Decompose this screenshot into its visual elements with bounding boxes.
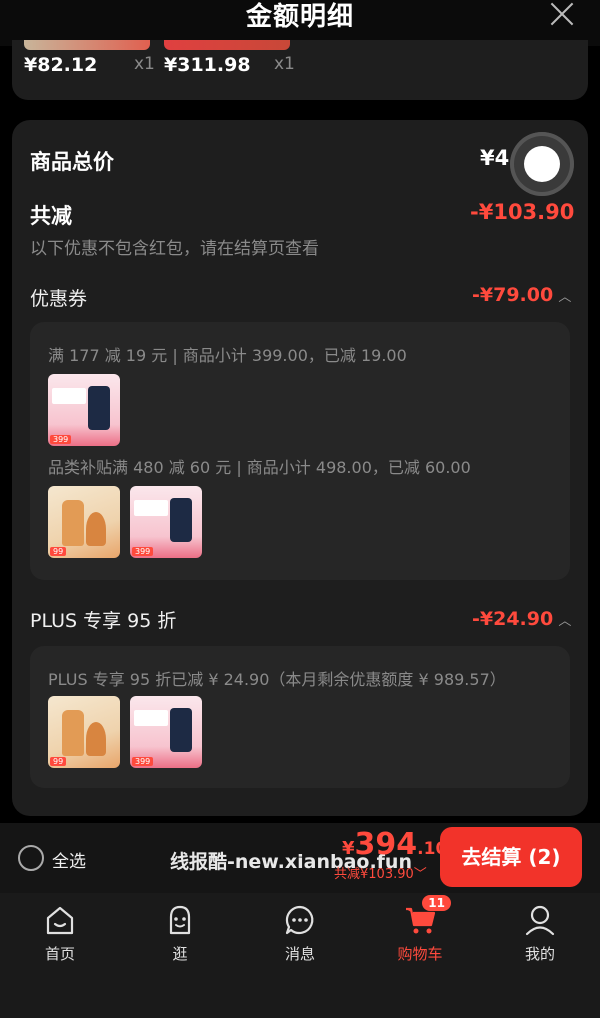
price-badge: 99 (50, 547, 67, 556)
coupon-amount: -¥79.00 (472, 284, 554, 306)
item-price: ¥82.12 (24, 54, 98, 76)
coupon-rule: 满 177 减 19 元 | 商品小计 399.00，已减 19.00 (48, 346, 407, 365)
page-title: 金额明细 (245, 2, 354, 32)
discount-label: 共减 (30, 204, 72, 228)
goods-total-label: 商品总价 (30, 150, 114, 174)
browse-icon (163, 903, 197, 937)
price-badge: 99 (50, 757, 67, 766)
tab-messages[interactable]: 消息 (240, 903, 360, 964)
plus-rule: PLUS 专享 95 折已减 ¥ 24.90（本月剩余优惠额度 ¥ 989.57… (48, 670, 506, 689)
chevron-up-icon: ︿ (558, 290, 572, 305)
currency-symbol: ¥ (342, 838, 355, 859)
total-price: ¥394.10 (342, 827, 447, 862)
tab-label: 购物车 (397, 945, 443, 963)
select-all-label[interactable]: 全选 (52, 847, 86, 872)
product-image[interactable]: 399 (48, 374, 120, 446)
product-summary-card: ¥82.12 x1 ¥311.98 x1 (12, 40, 588, 100)
item-qty: x1 (274, 54, 295, 74)
message-icon (283, 903, 317, 937)
price-detail-card: 商品总价 ¥4 共减 -¥103.90 以下优惠不包含红包，请在结算页查看 优惠… (12, 120, 588, 816)
plus-detail-box: PLUS 专享 95 折已减 ¥ 24.90（本月剩余优惠额度 ¥ 989.57… (30, 646, 570, 788)
coupon-detail-box: 满 177 减 19 元 | 商品小计 399.00，已减 19.00 399 … (30, 322, 570, 580)
tab-label: 首页 (44, 945, 75, 963)
coupon-label: 优惠券 (30, 288, 88, 310)
product-image[interactable]: 99 (48, 696, 120, 768)
product-image[interactable]: 399 (130, 696, 202, 768)
chevron-up-icon: ︿ (558, 614, 572, 629)
cart-count-badge: 11 (422, 895, 451, 911)
assistive-touch-button[interactable] (510, 132, 574, 196)
product-image[interactable]: 99 (48, 486, 120, 558)
price-badge: 399 (132, 757, 154, 766)
tab-home[interactable]: 首页 (0, 903, 120, 964)
tab-label: 消息 (284, 945, 315, 963)
plus-toggle[interactable]: -¥24.90 ︿ (472, 608, 571, 630)
chevron-down-icon: ﹀ (413, 867, 427, 882)
tab-label: 我的 (524, 945, 555, 963)
tab-cart[interactable]: 11 购物车 (360, 895, 480, 964)
tab-label: 逛 (172, 945, 188, 963)
coupon-rule: 品类补贴满 480 减 60 元 | 商品小计 498.00，已减 60.00 (48, 458, 471, 477)
home-icon (43, 903, 77, 937)
product-thumbnail (164, 40, 290, 50)
total-discount-toggle[interactable]: 共减¥103.90﹀ (334, 863, 427, 882)
bottom-tab-bar: 首页 逛 消息 11 购物车 我的 (0, 893, 600, 1018)
item-qty: x1 (134, 54, 155, 74)
item-price: ¥311.98 (164, 54, 251, 76)
goods-total-value: ¥4 (480, 146, 510, 170)
tab-browse[interactable]: 逛 (120, 903, 240, 964)
price-badge: 399 (50, 435, 72, 444)
select-all-radio[interactable] (18, 845, 44, 871)
total-int: 394 (354, 827, 418, 862)
plus-label: PLUS 专享 95 折 (30, 610, 177, 632)
close-icon[interactable] (550, 2, 574, 26)
product-image[interactable]: 399 (130, 486, 202, 558)
total-discount: 共减¥103.90 (334, 867, 414, 882)
profile-icon (523, 903, 557, 937)
checkout-button[interactable]: 去结算 (2) (440, 827, 582, 887)
price-badge: 399 (132, 547, 154, 556)
discount-note: 以下优惠不包含红包，请在结算页查看 (30, 239, 319, 259)
discount-total: -¥103.90 (470, 200, 575, 224)
tab-profile[interactable]: 我的 (480, 903, 600, 964)
coupon-toggle[interactable]: -¥79.00 ︿ (472, 284, 571, 306)
cart-icon: 11 (403, 895, 451, 937)
plus-amount: -¥24.90 (472, 608, 554, 630)
product-thumbnail (24, 40, 150, 50)
